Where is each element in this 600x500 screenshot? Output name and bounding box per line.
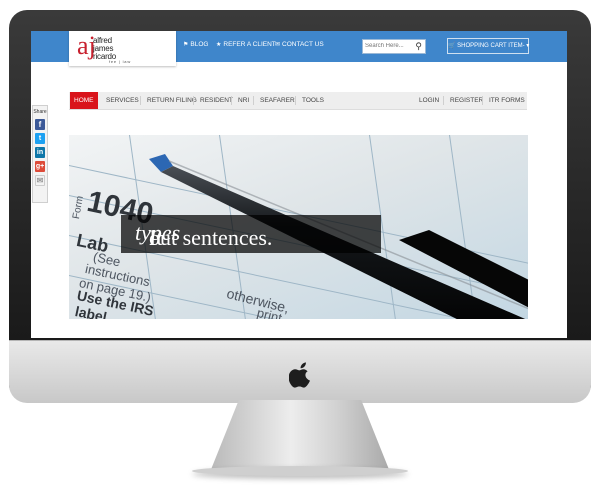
contact-card-icon: ✉ bbox=[275, 42, 281, 48]
email-icon[interactable]: ✉ bbox=[35, 175, 45, 186]
monitor-stand bbox=[210, 400, 390, 472]
nav-seafarer[interactable]: SEAFARER bbox=[256, 92, 299, 109]
share-label: Share bbox=[33, 109, 47, 115]
nav-home[interactable]: HOME bbox=[70, 92, 98, 109]
google-plus-icon[interactable]: g+ bbox=[35, 161, 45, 172]
monitor-base bbox=[192, 466, 408, 476]
nav-divider bbox=[140, 96, 141, 105]
nav-divider bbox=[231, 96, 232, 105]
share-sidebar: Share f t in g+ ✉ bbox=[32, 105, 48, 203]
star-icon: ★ bbox=[216, 42, 222, 48]
search-icon[interactable]: ⚲ bbox=[415, 41, 422, 51]
contact-us-link[interactable]: ✉ CONTACT US bbox=[275, 41, 324, 48]
browser-screen: aj alfred james ricardo fee | law ⚑ BLOG … bbox=[31, 31, 567, 338]
hero-caption: It types out sentences. bbox=[121, 215, 381, 253]
nav-divider bbox=[443, 96, 444, 105]
hero-banner: Form 1040 Lab (See instructions on page … bbox=[69, 135, 528, 319]
caret-down-icon: ▾ bbox=[526, 43, 530, 49]
apple-logo-icon bbox=[288, 362, 311, 393]
hero-caption-text: It types out sentences. bbox=[135, 220, 273, 250]
nav-itr-forms[interactable]: ITR FORMS bbox=[485, 92, 529, 109]
facebook-icon[interactable]: f bbox=[35, 119, 45, 130]
nav-login[interactable]: LOGIN bbox=[415, 92, 443, 109]
nav-divider bbox=[482, 96, 483, 105]
search-box: ⚲ bbox=[362, 39, 426, 54]
nav-tools[interactable]: TOOLS bbox=[298, 92, 328, 109]
twitter-icon[interactable]: t bbox=[35, 133, 45, 144]
nav-services[interactable]: SERVICES bbox=[102, 92, 143, 109]
cart-icon: 🛒 bbox=[448, 43, 456, 49]
nav-divider bbox=[193, 96, 194, 105]
nav-divider bbox=[253, 96, 254, 105]
cart-label: SHOPPING CART ITEM- bbox=[457, 43, 525, 49]
linkedin-icon[interactable]: in bbox=[35, 147, 45, 158]
refer-a-client-link[interactable]: ★ REFER A CLIENT bbox=[216, 41, 276, 48]
main-nav: HOME SERVICES RETURN FILING RESIDENT NRI… bbox=[69, 92, 527, 110]
shopping-cart-button[interactable]: 🛒 SHOPPING CART ITEM- ▾ bbox=[447, 38, 529, 54]
site-logo[interactable]: aj alfred james ricardo fee | law bbox=[69, 31, 176, 66]
nav-divider bbox=[295, 96, 296, 105]
bookmark-icon: ⚑ bbox=[183, 42, 189, 48]
search-input[interactable] bbox=[365, 41, 409, 51]
logo-tagline: fee | law bbox=[109, 59, 132, 64]
nav-nri[interactable]: NRI bbox=[234, 92, 253, 109]
blog-link[interactable]: ⚑ BLOG bbox=[183, 41, 208, 48]
